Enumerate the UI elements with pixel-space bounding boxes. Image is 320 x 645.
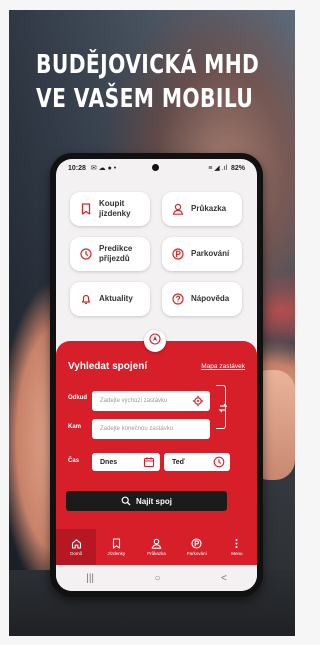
time-value: Teď (172, 458, 185, 466)
battery-level: 82% (230, 165, 245, 172)
from-field[interactable]: Zadejte výchozí zastávku (92, 391, 210, 411)
nav-label: Menu (231, 551, 243, 556)
tile-label: Parkování (191, 249, 230, 258)
tile-parking[interactable]: Parkování (162, 237, 242, 271)
clock-icon (80, 248, 92, 260)
swap-icon[interactable] (217, 401, 229, 413)
nav-pass[interactable]: Průkazka (136, 529, 176, 565)
nav-parking[interactable]: Parkování (177, 529, 217, 565)
headline: BUDĚJOVICKÁ MHD VE VAŠEM MOBILU (36, 48, 260, 116)
user-icon (151, 538, 162, 549)
parking-icon (172, 248, 184, 260)
to-label: Kam (68, 424, 82, 430)
find-connection-button[interactable]: Najít spoj (66, 491, 227, 511)
nav-menu[interactable]: Menu (217, 529, 257, 565)
panel-title: Vyhledat spojení (68, 361, 148, 372)
parking-icon (191, 538, 202, 549)
to-field[interactable]: Zadejte konečnou zastávku (92, 419, 210, 439)
calendar-icon (143, 456, 155, 468)
map-link[interactable]: Mapa zastávek (201, 363, 245, 370)
notification-icons: ✉ ☁ ● • (90, 165, 117, 172)
phone-screen: 10:28 ✉ ☁ ● • ≡ ◢ .ıl 82% Koupit jízdenk… (56, 159, 257, 591)
tile-help[interactable]: Nápověda (162, 282, 242, 316)
headline-line-2: VE VAŠEM MOBILU (36, 84, 254, 114)
bookmark-icon (80, 203, 92, 215)
tile-label: Průkazka (191, 204, 227, 213)
home-button[interactable]: ○ (154, 573, 160, 584)
back-button[interactable]: < (221, 573, 227, 584)
clock-icon (213, 456, 225, 468)
find-connection-label: Najít spoj (135, 496, 172, 506)
to-placeholder: Zadejte konečnou zastávku (100, 426, 174, 432)
headline-line-1: BUDĚJOVICKÁ MHD (36, 50, 260, 80)
locate-icon[interactable] (192, 395, 204, 407)
bell-icon (80, 293, 92, 305)
user-icon (172, 203, 184, 215)
nav-tickets[interactable]: Jízdenky (96, 529, 136, 565)
status-left: 10:28 ✉ ☁ ● • (68, 164, 116, 172)
from-label: Odkud (68, 395, 87, 401)
tile-buy-tickets[interactable]: Koupit jízdenky (70, 192, 150, 226)
nav-home[interactable]: Domů (56, 529, 97, 565)
front-camera (152, 164, 159, 171)
phone-frame: 10:28 ✉ ☁ ● • ≡ ◢ .ıl 82% Koupit jízdenk… (50, 153, 263, 597)
tile-pass[interactable]: Průkazka (162, 192, 242, 226)
status-right: ≡ ◢ .ıl 82% (208, 164, 245, 172)
nav-label: Domů (70, 551, 83, 556)
time-field[interactable]: Teď (164, 453, 230, 471)
tile-news[interactable]: Aktuality (70, 282, 150, 316)
tile-predictions[interactable]: Predikce příjezdů (70, 237, 150, 271)
time-label: Čas (68, 458, 80, 464)
help-icon (172, 293, 184, 305)
status-time: 10:28 (68, 165, 86, 172)
home-icon (71, 539, 81, 549)
recent-apps-button[interactable]: ||| (86, 573, 94, 584)
navigation-icon (149, 332, 161, 350)
system-nav-bar: ||| ○ < (56, 565, 257, 591)
nav-label: Parkování (186, 551, 207, 556)
tile-label: Nápověda (191, 294, 230, 303)
search-panel: Vyhledat spojení Mapa zastávek Odkud Zad… (56, 341, 257, 529)
nav-label: Jízdenky (107, 551, 126, 556)
location-button[interactable] (144, 330, 166, 352)
tile-label: Aktuality (99, 294, 133, 303)
date-value: Dnes (100, 458, 118, 466)
dots-icon (235, 539, 238, 548)
from-placeholder: Zadejte výchozí zastávku (100, 398, 168, 404)
search-icon (121, 496, 131, 506)
tile-label: Koupit jízdenky (99, 199, 131, 218)
signal-icons: ≡ ◢ .ıl (208, 165, 228, 172)
date-field[interactable]: Dnes (92, 453, 160, 471)
bottom-nav: Domů Jízdenky Průkazka Parkování Menu (56, 529, 257, 565)
ticket-icon (112, 538, 120, 549)
nav-label: Průkazka (147, 551, 166, 556)
tile-label: Predikce příjezdů (99, 244, 133, 263)
